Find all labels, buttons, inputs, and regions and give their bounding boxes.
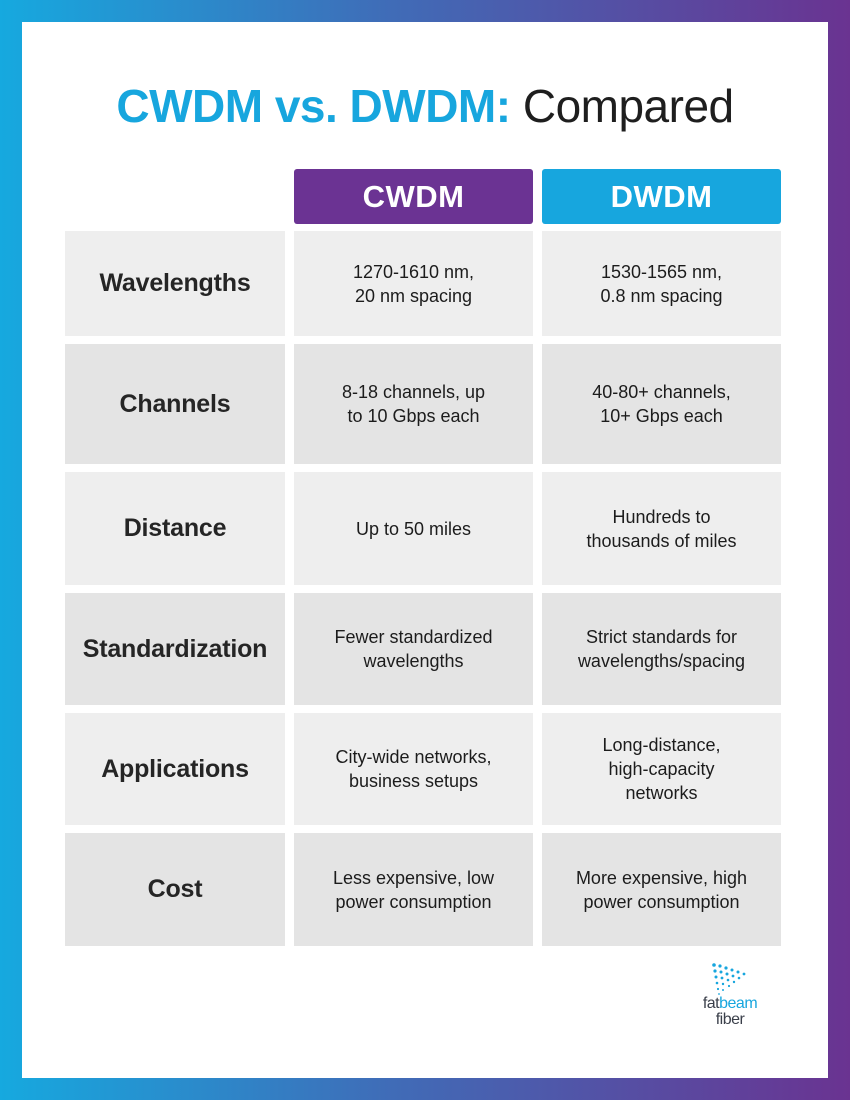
cell-text-line: high-capacity bbox=[608, 759, 715, 779]
dwdm-value-channels: 40-80+ channels, 10+ Gbps each bbox=[542, 344, 781, 464]
row-label-wavelengths: Wavelengths bbox=[65, 231, 285, 336]
cell-text: Less expensive, low power consumption bbox=[333, 866, 494, 914]
row-label-distance: Distance bbox=[65, 472, 285, 585]
cell-text-line: 1270-1610 nm, bbox=[352, 261, 475, 282]
row-label-applications: Applications bbox=[65, 713, 285, 825]
cell-text-line: Long-distance, bbox=[602, 735, 721, 755]
row-label-standardization: Standardization bbox=[65, 593, 285, 705]
cwdm-value-standardization: Fewer standardized wavelengths bbox=[294, 593, 533, 705]
dwdm-value-wavelengths: 1530-1565 nm, 0.8 nm spacing bbox=[542, 231, 781, 336]
cell-text-line: 1530-1565 nm, bbox=[600, 261, 723, 282]
title-rest: Compared bbox=[510, 80, 734, 132]
cell-text: City-wide networks, business setups bbox=[335, 745, 491, 793]
cell-text: 40-80+ channels, 10+ Gbps each bbox=[592, 380, 731, 428]
cell-text: Hundreds to thousands of miles bbox=[586, 505, 736, 553]
cell-text-line: to 10 Gbps each bbox=[347, 406, 480, 426]
cell-text: 8-18 channels, up to 10 Gbps each bbox=[342, 380, 485, 428]
cell-text-line: thousands of miles bbox=[586, 530, 737, 551]
dotted-beam-icon bbox=[712, 963, 746, 995]
dwdm-value-applications: Long-distance, high-capacity networks bbox=[542, 713, 781, 825]
cell-text-line: 10+ Gbps each bbox=[600, 406, 723, 426]
cell-text-line: 8-18 channels, up bbox=[341, 382, 486, 402]
cell-text-line: Less expensive, low bbox=[332, 867, 495, 888]
fatbeam-logo: fatbeam fiber bbox=[690, 962, 770, 1042]
cell-text: Strict standards for wavelengths/spacing bbox=[578, 625, 745, 673]
logo-wordmark-line2: fiber bbox=[715, 1011, 745, 1028]
row-label-cost: Cost bbox=[65, 833, 285, 946]
cell-text-line: 40-80+ channels, bbox=[592, 382, 731, 402]
cell-text-line: power consumption bbox=[583, 891, 740, 912]
cell-text: 1530-1565 nm, 0.8 nm spacing bbox=[600, 260, 722, 308]
cell-text-line: 20 nm spacing bbox=[354, 285, 473, 306]
title-accent: CWDM vs. DWDM: bbox=[116, 80, 511, 132]
cell-text-line: wavelengths bbox=[363, 651, 464, 671]
cell-text-line: networks bbox=[625, 783, 698, 803]
cwdm-value-cost: Less expensive, low power consumption bbox=[294, 833, 533, 946]
cell-text: 1270-1610 nm, 20 nm spacing bbox=[353, 260, 474, 308]
cell-text: Fewer standardized wavelengths bbox=[334, 625, 492, 673]
cell-text-line: Hundreds to bbox=[612, 506, 711, 527]
cell-text: More expensive, high power consumption bbox=[576, 866, 747, 914]
cell-text: Up to 50 miles bbox=[356, 517, 471, 541]
page-title: CWDM vs. DWDM: Compared bbox=[22, 78, 828, 134]
cell-text-line: City-wide networks, bbox=[335, 747, 492, 767]
logo-wordmark-line1: fatbeam bbox=[702, 995, 758, 1012]
cell-text-line: 0.8 nm spacing bbox=[600, 285, 723, 306]
column-header-dwdm: DWDM bbox=[542, 169, 781, 224]
cell-text: Long-distance, high-capacity networks bbox=[602, 733, 720, 805]
cwdm-value-wavelengths: 1270-1610 nm, 20 nm spacing bbox=[294, 231, 533, 336]
cell-text-line: power consumption bbox=[335, 891, 492, 912]
cell-text-line: Up to 50 miles bbox=[355, 518, 472, 539]
cell-text-line: wavelengths/spacing bbox=[577, 651, 746, 671]
column-header-cwdm: CWDM bbox=[294, 169, 533, 224]
cell-text-line: Fewer standardized bbox=[334, 627, 493, 647]
dwdm-value-standardization: Strict standards for wavelengths/spacing bbox=[542, 593, 781, 705]
row-label-channels: Channels bbox=[65, 344, 285, 464]
dwdm-value-distance: Hundreds to thousands of miles bbox=[542, 472, 781, 585]
cwdm-value-channels: 8-18 channels, up to 10 Gbps each bbox=[294, 344, 533, 464]
cell-text-line: Strict standards for bbox=[585, 627, 738, 647]
cwdm-value-distance: Up to 50 miles bbox=[294, 472, 533, 585]
cell-text-line: More expensive, high bbox=[575, 867, 748, 888]
cell-text-line: business setups bbox=[348, 771, 479, 791]
dwdm-value-cost: More expensive, high power consumption bbox=[542, 833, 781, 946]
cwdm-value-applications: City-wide networks, business setups bbox=[294, 713, 533, 825]
